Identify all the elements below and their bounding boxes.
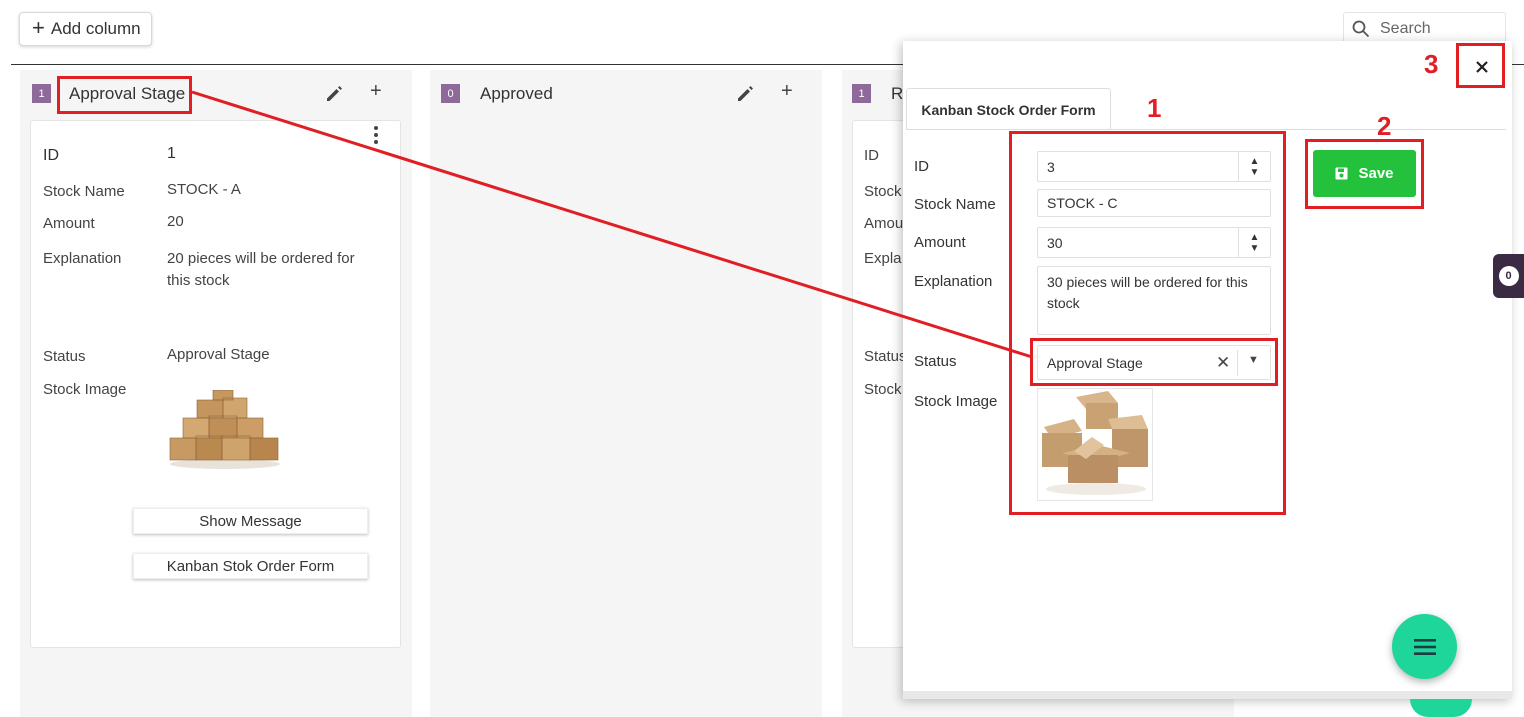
menu-fab-button[interactable]	[1392, 614, 1457, 679]
menu-icon	[1413, 638, 1436, 655]
annotation-marker-2: 2	[1377, 111, 1392, 141]
annotation-marker-1: 1	[1147, 93, 1162, 123]
chat-icon: 0	[1498, 266, 1519, 286]
annotation-marker-3: 3	[1424, 49, 1439, 79]
annotation-arrow-line	[191, 90, 1033, 359]
background-fab-edge	[1410, 699, 1472, 717]
chat-widget[interactable]: 0	[1493, 254, 1524, 298]
